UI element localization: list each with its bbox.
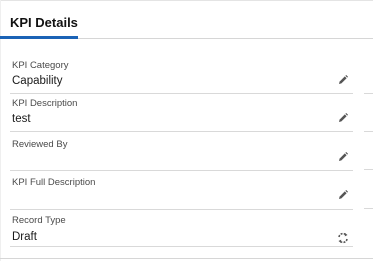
field-label: KPI Full Description [12, 177, 96, 188]
edge-divider [364, 93, 373, 94]
kpi-details-panel: KPI Details KPI Category Capability KPI … [0, 0, 373, 261]
pencil-icon[interactable] [337, 74, 349, 86]
tab-kpi-details-label: KPI Details [10, 15, 78, 30]
change-record-type-icon[interactable] [337, 232, 349, 244]
left-border [0, 0, 1, 261]
field-kpi-full-description: KPI Full Description [10, 171, 353, 210]
field-kpi-description: KPI Description test [10, 95, 353, 132]
field-value: test [12, 113, 31, 125]
pencil-icon[interactable] [337, 112, 349, 124]
tab-bar: KPI Details [0, 0, 373, 39]
field-record-type: Record Type Draft [10, 210, 353, 247]
edge-divider [364, 208, 373, 209]
field-reviewed-by: Reviewed By [10, 133, 353, 171]
pencil-icon[interactable] [337, 189, 349, 201]
bottom-divider [0, 258, 373, 259]
field-label: Reviewed By [12, 139, 68, 150]
field-label: KPI Category [12, 60, 69, 71]
field-value: Draft [12, 231, 37, 243]
pencil-icon[interactable] [337, 151, 349, 163]
field-label: Record Type [12, 215, 66, 226]
field-value: Capability [12, 75, 63, 87]
edge-divider [364, 131, 373, 132]
field-label: KPI Description [12, 98, 78, 109]
tab-kpi-details[interactable]: KPI Details [0, 0, 78, 39]
field-kpi-category: KPI Category Capability [10, 57, 353, 94]
edge-divider [364, 169, 373, 170]
